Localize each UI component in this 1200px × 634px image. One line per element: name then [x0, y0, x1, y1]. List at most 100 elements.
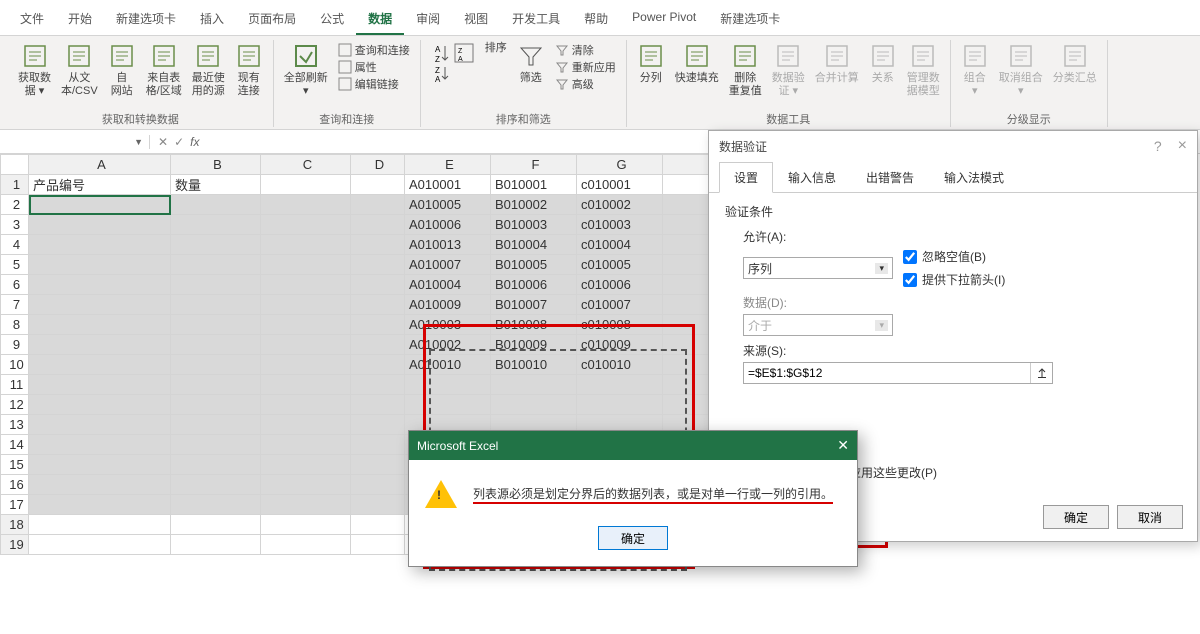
col-header-A[interactable]: A [29, 155, 171, 175]
cell-r14-c4[interactable] [351, 435, 405, 455]
row-header-7[interactable]: 7 [1, 295, 29, 315]
ribbon-tab-10[interactable]: 帮助 [572, 4, 620, 35]
sort-dialog-icon[interactable]: ZA [453, 42, 475, 64]
cell-r15-c2[interactable] [171, 455, 261, 475]
query-side-0[interactable]: 查询和连接 [338, 42, 410, 58]
cell-r5-c4[interactable] [351, 255, 405, 275]
dialog-help-icon[interactable]: ? [1154, 138, 1162, 154]
cell-r12-c7[interactable] [577, 395, 663, 415]
col-header-E[interactable]: E [405, 155, 491, 175]
cell-r4-c5[interactable]: A010013 [405, 235, 491, 255]
name-box[interactable]: ▼ [0, 135, 150, 149]
cell-r14-c2[interactable] [171, 435, 261, 455]
cell-r18-c1[interactable] [29, 515, 171, 535]
cell-r3-c3[interactable] [261, 215, 351, 235]
cell-r11-c1[interactable] [29, 375, 171, 395]
col-header-D[interactable]: D [351, 155, 405, 175]
ribbon-tab-5[interactable]: 公式 [308, 4, 356, 35]
dv-tab-0[interactable]: 设置 [719, 162, 773, 193]
col-header-B[interactable]: B [171, 155, 261, 175]
row-header-3[interactable]: 3 [1, 215, 29, 235]
dv-tab-1[interactable]: 输入信息 [773, 162, 851, 193]
ok-button[interactable]: 确定 [1043, 505, 1109, 529]
ribbon-tab-11[interactable]: Power Pivot [620, 4, 708, 35]
cell-r6-c4[interactable] [351, 275, 405, 295]
refresh-all-button[interactable]: 全部刷新 ▾ [280, 40, 332, 100]
cell-r5-c6[interactable]: B010005 [491, 255, 577, 275]
row-header-14[interactable]: 14 [1, 435, 29, 455]
dv-tab-3[interactable]: 输入法模式 [929, 162, 1019, 193]
row-header-12[interactable]: 12 [1, 395, 29, 415]
filter-side-2[interactable]: 高级 [555, 76, 616, 92]
cell-r12-c4[interactable] [351, 395, 405, 415]
name-box-dropdown-icon[interactable]: ▼ [134, 137, 143, 147]
col-header-F[interactable]: F [491, 155, 577, 175]
row-header-4[interactable]: 4 [1, 235, 29, 255]
fx-icon[interactable]: fx [190, 135, 199, 149]
cell-r17-c2[interactable] [171, 495, 261, 515]
cell-r9-c3[interactable] [261, 335, 351, 355]
ribbon-tab-7[interactable]: 审阅 [404, 4, 452, 35]
cell-r17-c3[interactable] [261, 495, 351, 515]
row-header-11[interactable]: 11 [1, 375, 29, 395]
cell-r11-c6[interactable] [491, 375, 577, 395]
row-header-18[interactable]: 18 [1, 515, 29, 535]
allow-select[interactable]: 序列 ▾ [743, 257, 893, 279]
cell-r19-c4[interactable] [351, 535, 405, 555]
cell-r8-c7[interactable]: c010008 [577, 315, 663, 335]
dv-tab-2[interactable]: 出错警告 [851, 162, 929, 193]
cell-r9-c6[interactable]: B010009 [491, 335, 577, 355]
cell-r19-c1[interactable] [29, 535, 171, 555]
cell-r7-c6[interactable]: B010007 [491, 295, 577, 315]
cell-r1-c6[interactable]: B010001 [491, 175, 577, 195]
cell-r9-c4[interactable] [351, 335, 405, 355]
datatool-btn-0[interactable]: 分列 [633, 40, 669, 87]
row-header-17[interactable]: 17 [1, 495, 29, 515]
cell-r9-c5[interactable]: A010002 [405, 335, 491, 355]
row-header-1[interactable]: 1 [1, 175, 29, 195]
cell-r16-c1[interactable] [29, 475, 171, 495]
datatool-btn-1[interactable]: 快速填充 [671, 40, 723, 87]
cell-r1-c1[interactable]: 产品编号 [29, 175, 171, 195]
cell-r15-c3[interactable] [261, 455, 351, 475]
cell-r5-c1[interactable] [29, 255, 171, 275]
cell-r8-c6[interactable]: B010008 [491, 315, 577, 335]
cell-r17-c4[interactable] [351, 495, 405, 515]
cell-r10-c2[interactable] [171, 355, 261, 375]
cell-r15-c4[interactable] [351, 455, 405, 475]
cell-r1-c7[interactable]: c010001 [577, 175, 663, 195]
query-side-2[interactable]: 编辑链接 [338, 76, 410, 92]
ribbon-tab-12[interactable]: 新建选项卡 [708, 4, 792, 35]
get-data-btn-3[interactable]: 来自表 格/区域 [142, 40, 186, 100]
get-data-btn-1[interactable]: 从文 本/CSV [57, 40, 102, 100]
cell-r5-c3[interactable] [261, 255, 351, 275]
filter-side-1[interactable]: 重新应用 [555, 59, 616, 75]
error-close-icon[interactable]: ✕ [837, 437, 849, 454]
cell-r1-c5[interactable]: A010001 [405, 175, 491, 195]
cell-r9-c7[interactable]: c010009 [577, 335, 663, 355]
cell-r12-c5[interactable] [405, 395, 491, 415]
cell-r18-c4[interactable] [351, 515, 405, 535]
cell-r11-c3[interactable] [261, 375, 351, 395]
cell-r10-c7[interactable]: c010010 [577, 355, 663, 375]
cell-r6-c5[interactable]: A010004 [405, 275, 491, 295]
get-data-btn-4[interactable]: 最近使 用的源 [188, 40, 229, 100]
cell-r8-c4[interactable] [351, 315, 405, 335]
col-header-G[interactable]: G [577, 155, 663, 175]
cell-r6-c6[interactable]: B010006 [491, 275, 577, 295]
cell-r12-c6[interactable] [491, 395, 577, 415]
cell-r13-c3[interactable] [261, 415, 351, 435]
row-header-16[interactable]: 16 [1, 475, 29, 495]
cell-r2-c3[interactable] [261, 195, 351, 215]
cell-r5-c5[interactable]: A010007 [405, 255, 491, 275]
cell-r3-c7[interactable]: c010003 [577, 215, 663, 235]
cell-r10-c1[interactable] [29, 355, 171, 375]
row-header-15[interactable]: 15 [1, 455, 29, 475]
show-dropdown-checkbox[interactable]: 提供下拉箭头(I) [903, 271, 1005, 288]
cell-r13-c2[interactable] [171, 415, 261, 435]
ribbon-tab-6[interactable]: 数据 [356, 4, 404, 35]
cell-r8-c2[interactable] [171, 315, 261, 335]
cell-r3-c1[interactable] [29, 215, 171, 235]
cell-r8-c1[interactable] [29, 315, 171, 335]
cell-r11-c4[interactable] [351, 375, 405, 395]
